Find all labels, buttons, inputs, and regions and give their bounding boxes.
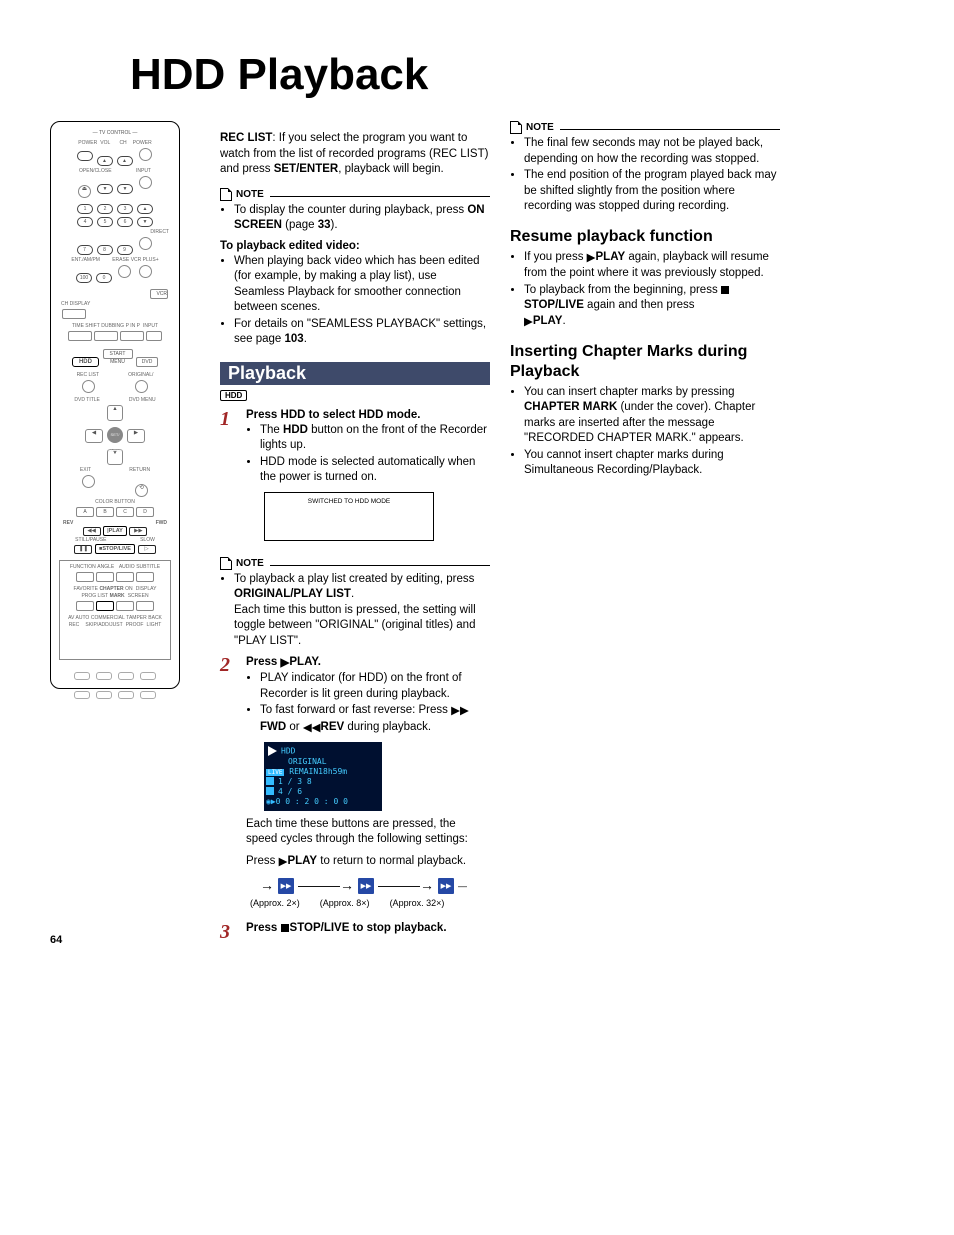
- intro-text: REC LIST: If you select the program you …: [220, 131, 490, 178]
- remote-fwd-button: ▶▶: [129, 527, 147, 536]
- resume-bullet-1: If you press ▶PLAY again, playback will …: [524, 250, 780, 282]
- note-icon: [220, 188, 232, 201]
- remote-stoplive-button: ■STOP/LIVE: [95, 544, 135, 554]
- chapter-heading: Inserting Chapter Marks during Playback: [510, 342, 780, 380]
- step-3: 3 Press STOP/LIVE to stop playback.: [220, 922, 490, 942]
- remote-diagram: — TV CONTROL — POWER VOL CH POWER ▲▲ OPE…: [50, 121, 180, 689]
- speed-diagram: → ▶▶ ———→ ▶▶ ———→ ▶▶ —: [260, 878, 490, 894]
- chapter-bullet-1: You can insert chapter marks by pressing…: [524, 385, 780, 447]
- step-number-2: 2: [220, 655, 238, 908]
- resume-bullet-2: To playback from the beginning, press ST…: [524, 283, 780, 331]
- osd-display: HDD ORIGINAL LIVE REMAIN18h59m 1 / 3 8 4…: [264, 742, 382, 811]
- note-box-1: NOTE To display the counter during playb…: [220, 196, 490, 348]
- step-1: 1 Press HDD to select HDD mode. The HDD …: [220, 409, 490, 547]
- chapter-bullet-2: You cannot insert chapter marks during S…: [524, 448, 780, 479]
- step-number-1: 1: [220, 409, 238, 547]
- remote-hdd-button: HDD: [72, 357, 99, 367]
- note-icon: [510, 121, 522, 134]
- hdd-badge: HDD: [220, 390, 247, 401]
- note-icon: [220, 557, 232, 570]
- resume-heading: Resume playback function: [510, 227, 780, 246]
- remote-play-button: |PLAY: [103, 526, 127, 536]
- play-icon: [268, 746, 277, 756]
- remote-rev-button: ◀◀: [83, 527, 101, 536]
- page-number: 64: [50, 934, 62, 946]
- step-2: 2 Press ▶PLAY. PLAY indicator (for HDD) …: [220, 655, 490, 908]
- note-box-2: NOTE To playback a play list created by …: [220, 565, 490, 650]
- note-box-3: NOTE The final few seconds may not be pl…: [510, 129, 780, 215]
- switched-message-box: SWITCHED TO HDD MODE: [264, 492, 434, 541]
- playback-section-header: Playback: [220, 362, 490, 385]
- step-number-3: 3: [220, 922, 238, 942]
- page-title: HDD Playback: [130, 50, 904, 100]
